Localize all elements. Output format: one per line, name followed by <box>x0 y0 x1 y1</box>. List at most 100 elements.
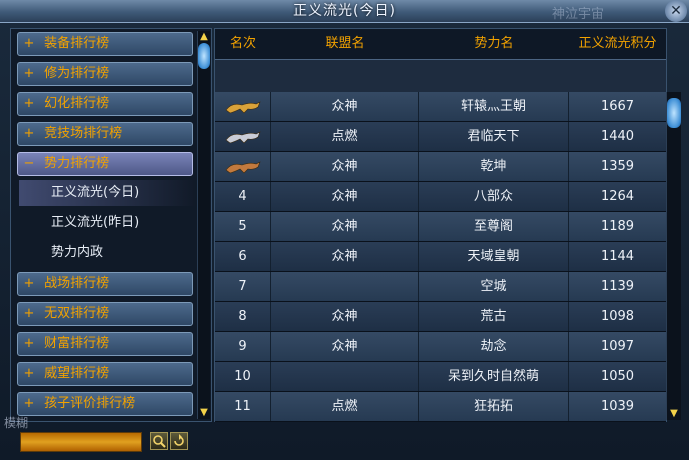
expand-plus-icon: + <box>23 126 35 141</box>
sidebar-scrollbar[interactable]: ▲ ▼ <box>197 31 210 419</box>
score-cell: 1039 <box>600 399 635 414</box>
table-scrollbar[interactable]: ▼ <box>666 92 681 420</box>
table-row[interactable]: 众神 乾坤 1359 <box>215 152 666 182</box>
rank-cell: 8 <box>215 302 271 331</box>
column-header-faction[interactable]: 势力名 <box>419 29 569 59</box>
sidebar-item-arena[interactable]: + 竞技场排行榜 <box>17 122 193 146</box>
score-cell: 1440 <box>600 129 635 144</box>
table-header: 名次 联盟名 势力名 正义流光积分 <box>215 29 666 59</box>
faction-cell: 荒古 <box>419 302 569 331</box>
sidebar-item-label: 威望排行榜 <box>44 366 110 381</box>
score-cell: 1264 <box>600 189 635 204</box>
alliance-cell <box>271 272 419 301</box>
score-cell: 1144 <box>600 249 635 264</box>
alliance-cell: 众神 <box>271 152 419 181</box>
sidebar-subitem-label: 势力内政 <box>51 245 104 260</box>
rank-cell: 10 <box>215 362 271 391</box>
close-icon[interactable]: ✕ <box>665 0 687 22</box>
score-cell: 1098 <box>600 309 635 324</box>
expand-plus-icon: + <box>23 366 35 381</box>
table-row[interactable]: 6 众神 天域皇朝 1144 <box>215 242 666 272</box>
expand-plus-icon: + <box>23 336 35 351</box>
sidebar-item-label: 势力排行榜 <box>44 156 110 171</box>
scroll-up-arrow-icon[interactable]: ▲ <box>198 31 210 43</box>
magnifier-icon[interactable] <box>150 432 168 450</box>
alliance-cell: 众神 <box>271 212 419 241</box>
silver-tiger-icon <box>225 130 261 143</box>
table-row[interactable]: 8 众神 荒古 1098 <box>215 302 666 332</box>
collapse-minus-icon: − <box>23 156 35 171</box>
scroll-down-arrow-icon[interactable]: ▼ <box>198 407 210 419</box>
scroll-thumb[interactable] <box>667 98 681 128</box>
faction-cell: 乾坤 <box>419 152 569 181</box>
alliance-cell: 点燃 <box>271 392 419 421</box>
refresh-icon[interactable] <box>170 432 188 450</box>
sidebar-item-peerless[interactable]: + 无双排行榜 <box>17 302 193 326</box>
expand-plus-icon: + <box>23 306 35 321</box>
rank-cell <box>215 92 271 121</box>
alliance-cell: 众神 <box>271 242 419 271</box>
sidebar-subitem-justice-today[interactable]: 正义流光(今日) <box>19 180 195 206</box>
faction-cell: 八部众 <box>419 182 569 211</box>
sidebar-item-label: 无双排行榜 <box>44 306 110 321</box>
sidebar-item-cultivation[interactable]: + 修为排行榜 <box>17 62 193 86</box>
sidebar-item-transform[interactable]: + 幻化排行榜 <box>17 92 193 116</box>
sidebar-item-wealth[interactable]: + 财富排行榜 <box>17 332 193 356</box>
faction-cell: 劫念 <box>419 332 569 361</box>
table-row[interactable]: 众神 轩辕灬王朝 1667 <box>215 92 666 122</box>
score-cell: 1050 <box>600 369 635 384</box>
bronze-tiger-icon <box>225 160 261 173</box>
rank-cell: 11 <box>215 392 271 421</box>
rank-cell: 4 <box>215 182 271 211</box>
sidebar-item-children[interactable]: + 孩子评价排行榜 <box>17 392 193 416</box>
sidebar-item-battlefield[interactable]: + 战场排行榜 <box>17 272 193 296</box>
column-header-rank[interactable]: 名次 <box>215 29 271 59</box>
expand-plus-icon: + <box>23 276 35 291</box>
column-header-alliance[interactable]: 联盟名 <box>271 29 419 59</box>
sidebar-item-label: 修为排行榜 <box>44 66 110 81</box>
table-row[interactable]: 10 呆到久时自然萌 1050 <box>215 362 666 392</box>
table-row[interactable]: 11 点燃 狂拓拓 1039 <box>215 392 666 422</box>
sidebar-item-equipment[interactable]: + 装备排行榜 <box>17 32 193 56</box>
scroll-thumb[interactable] <box>198 43 210 69</box>
expand-plus-icon: + <box>23 96 35 111</box>
ranking-table: 名次 联盟名 势力名 正义流光积分 众神 轩辕灬王朝 1667 点燃 君临天下 1440 众… <box>214 28 667 422</box>
sidebar-item-label: 战场排行榜 <box>44 276 110 291</box>
expand-plus-icon: + <box>23 396 35 411</box>
sidebar-item-faction[interactable]: − 势力排行榜 <box>17 152 193 176</box>
sidebar-subitem-label: 正义流光(昨日) <box>51 215 140 230</box>
rank-cell <box>215 152 271 181</box>
rank-cell <box>215 122 271 151</box>
sidebar-item-prestige[interactable]: + 威望排行榜 <box>17 362 193 386</box>
sidebar-item-label: 财富排行榜 <box>44 336 110 351</box>
score-cell: 1667 <box>600 99 635 114</box>
table-row[interactable]: 7 空城 1139 <box>215 272 666 302</box>
rank-cell: 5 <box>215 212 271 241</box>
sidebar-item-label: 幻化排行榜 <box>44 96 110 111</box>
sidebar-item-label: 装备排行榜 <box>44 36 110 51</box>
category-sidebar: + 装备排行榜 + 修为排行榜 + 幻化排行榜 + 竞技场排行榜 − 势力排行榜… <box>10 28 212 422</box>
table-row[interactable]: 4 众神 八部众 1264 <box>215 182 666 212</box>
sidebar-subitem-justice-yesterday[interactable]: 正义流光(昨日) <box>19 210 195 236</box>
sidebar-item-label: 孩子评价排行榜 <box>44 396 136 411</box>
sidebar-subitem-label: 正义流光(今日) <box>51 185 140 200</box>
table-row[interactable]: 点燃 君临天下 1440 <box>215 122 666 152</box>
ranking-window: 正义流光(今日) 神泣宇宙 ✕ + 装备排行榜 + 修为排行榜 + 幻化排行榜 … <box>0 0 689 460</box>
faction-cell: 空城 <box>419 272 569 301</box>
search-label: 模糊 <box>4 416 29 430</box>
faction-cell: 天域皇朝 <box>419 242 569 271</box>
score-cell: 1359 <box>600 159 635 174</box>
sidebar-subitem-internal-affairs[interactable]: 势力内政 <box>19 240 195 266</box>
faction-cell: 至尊阁 <box>419 212 569 241</box>
scroll-down-arrow-icon[interactable]: ▼ <box>667 408 681 420</box>
table-row[interactable]: 5 众神 至尊阁 1189 <box>215 212 666 242</box>
search-input[interactable] <box>20 432 142 452</box>
score-cell: 1097 <box>600 339 635 354</box>
faction-cell: 轩辕灬王朝 <box>419 92 569 121</box>
gold-tiger-icon <box>225 100 261 113</box>
expand-plus-icon: + <box>23 66 35 81</box>
table-row[interactable]: 9 众神 劫念 1097 <box>215 332 666 362</box>
alliance-cell: 众神 <box>271 302 419 331</box>
table-spacer-row <box>215 59 666 92</box>
column-header-score[interactable]: 正义流光积分 <box>569 29 666 59</box>
